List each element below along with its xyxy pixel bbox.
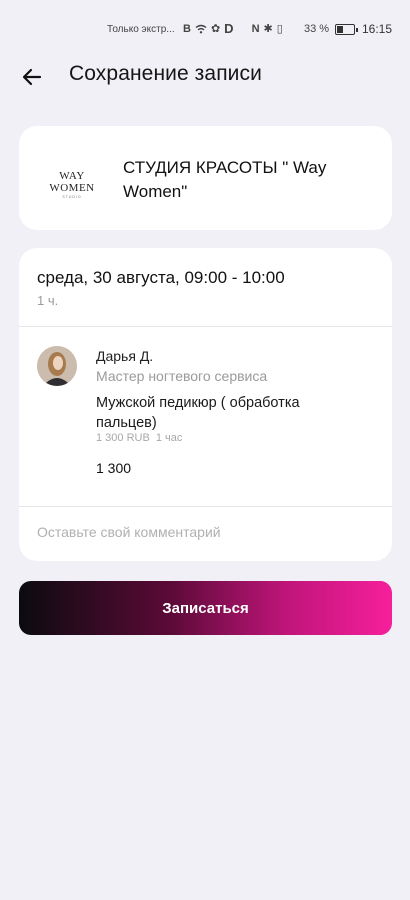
bluetooth-icon: ✱ <box>263 23 273 35</box>
vibrate-icon: ▯ <box>276 23 283 35</box>
service-duration: 1 час <box>155 432 183 444</box>
avatar <box>37 346 77 386</box>
status-notification-text: Только экстр... <box>107 24 175 35</box>
battery-percent: 33 % <box>304 23 330 35</box>
nfc-icon: N <box>251 22 260 35</box>
wifi-icon <box>195 24 207 33</box>
booking-duration: 1 ч. <box>37 293 59 308</box>
booking-date-time: среда, 30 августа, 09:00 - 10:00 <box>37 268 285 287</box>
service-meta: 1 300 RUB 1 час <box>96 432 182 444</box>
status-bar: Только экстр... B ✿ D N ✱ ▯ 33 % 16:15 <box>0 0 410 58</box>
gear-icon: ✿ <box>210 23 221 35</box>
header: Сохранение записи <box>0 58 410 96</box>
service-total: 1 300 <box>96 460 132 476</box>
studio-name: СТУДИЯ КРАСОТЫ " Way Women" <box>123 158 327 201</box>
studio-card[interactable]: WAY WOMEN STUDIO СТУДИЯ КРАСОТЫ " Way Wo… <box>19 126 392 230</box>
status-time: 16:15 <box>362 22 393 36</box>
app-d-icon: D <box>224 21 234 36</box>
studio-logo-subtext: STUDIO <box>62 195 82 199</box>
master-photo <box>37 346 77 386</box>
booking-card: среда, 30 августа, 09:00 - 10:00 1 ч. Да… <box>19 248 392 561</box>
battery-icon <box>335 24 358 35</box>
service-name: Мужской педикюр ( обработка пальцев) <box>96 395 300 431</box>
studio-logo: WAY WOMEN STUDIO <box>39 170 105 199</box>
master-name: Дарья Д. <box>96 348 154 364</box>
page-title: Сохранение записи <box>69 62 262 85</box>
divider <box>19 506 392 507</box>
divider <box>19 326 392 327</box>
studio-logo-text: WAY WOMEN <box>49 170 95 194</box>
back-button[interactable] <box>18 62 48 92</box>
service-price: 1 300 RUB <box>96 432 150 444</box>
master-role: Мастер ногтевого сервиса <box>96 368 268 384</box>
status-icons: B ✿ D N ✱ ▯ <box>183 21 283 36</box>
comment-input[interactable] <box>37 518 374 546</box>
app-b-icon: B <box>183 22 191 35</box>
arrow-left-icon <box>22 68 42 86</box>
book-button[interactable]: Записаться <box>19 581 392 635</box>
